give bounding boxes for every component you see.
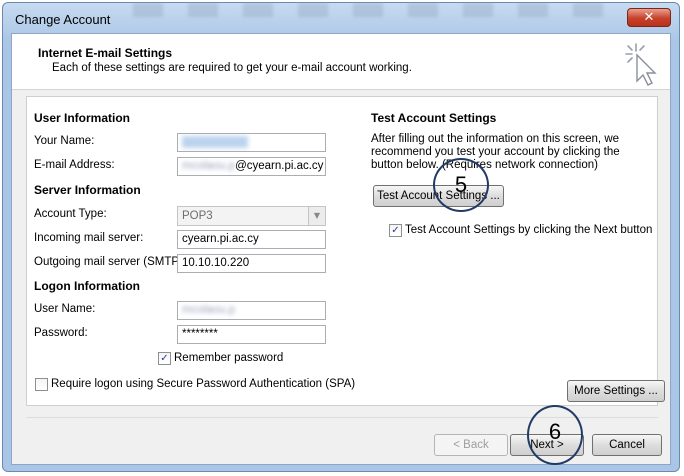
incoming-server-field[interactable]: cyearn.pi.ac.cy bbox=[177, 230, 326, 249]
more-settings-button[interactable]: More Settings ... bbox=[567, 380, 665, 402]
header-subtitle: Each of these settings are required to g… bbox=[52, 62, 412, 74]
user-information-heading: User Information bbox=[34, 111, 131, 125]
password-label: Password: bbox=[34, 327, 88, 339]
email-domain-value: @cyearn.pi.ac.cy bbox=[235, 160, 324, 172]
chevron-down-icon: ▼ bbox=[308, 207, 325, 225]
window-title: Change Account bbox=[15, 12, 111, 27]
spa-label: Require logon using Secure Password Auth… bbox=[51, 378, 356, 390]
user-name-field[interactable]: mcolaou.p bbox=[177, 301, 326, 320]
test-on-next-label: Test Account Settings by clicking the Ne… bbox=[405, 224, 653, 236]
your-name-label: Your Name: bbox=[34, 135, 95, 147]
header-title: Internet E-mail Settings bbox=[38, 46, 173, 60]
outgoing-server-label: Outgoing mail server (SMTP): bbox=[34, 256, 187, 268]
remember-password-label: Remember password bbox=[174, 352, 284, 364]
dialog-header: Internet E-mail Settings Each of these s… bbox=[12, 34, 670, 90]
close-button[interactable]: ✕ bbox=[627, 8, 671, 27]
change-account-window: Change Account ✕ Internet E-mail Setting… bbox=[2, 2, 680, 472]
settings-panel: User Information Your Name: Pamerrmnny E… bbox=[26, 96, 665, 406]
blurred-background-text bbox=[133, 3, 603, 17]
account-type-label: Account Type: bbox=[34, 208, 107, 220]
account-type-select: POP3 ▼ bbox=[177, 206, 326, 226]
remember-password-checkbox[interactable]: ✓ bbox=[158, 352, 171, 365]
step-5-annotation: 5 bbox=[433, 158, 489, 212]
outgoing-server-field[interactable]: 10.10.10.220 bbox=[177, 254, 326, 273]
user-name-label: User Name: bbox=[34, 303, 96, 315]
email-address-label: E-mail Address: bbox=[34, 159, 115, 171]
cursor-click-icon bbox=[625, 43, 657, 86]
your-name-value: Pamerrmnny bbox=[182, 136, 248, 148]
server-information-heading: Server Information bbox=[34, 183, 141, 197]
email-prefix-value: mcolaou.p bbox=[182, 160, 236, 172]
logon-information-heading: Logon Information bbox=[34, 279, 140, 293]
test-on-next-checkbox[interactable]: ✓ bbox=[389, 224, 402, 237]
test-account-settings-heading: Test Account Settings bbox=[371, 111, 497, 125]
incoming-server-label: Incoming mail server: bbox=[34, 232, 144, 244]
test-description: After filling out the information on thi… bbox=[371, 133, 620, 171]
step-6-annotation: 6 bbox=[527, 405, 583, 465]
spa-checkbox[interactable] bbox=[35, 378, 48, 391]
user-name-value: mcolaou.p bbox=[182, 304, 236, 316]
email-address-field[interactable]: mcolaou.p@cyearn.pi.ac.cy bbox=[177, 157, 326, 176]
back-button[interactable]: < Back bbox=[434, 434, 508, 456]
your-name-field[interactable]: Pamerrmnny bbox=[177, 133, 326, 152]
password-field[interactable]: ******** bbox=[177, 325, 326, 344]
dialog-body: Internet E-mail Settings Each of these s… bbox=[11, 33, 671, 465]
cancel-button[interactable]: Cancel bbox=[592, 434, 662, 456]
account-type-value: POP3 bbox=[182, 210, 213, 222]
